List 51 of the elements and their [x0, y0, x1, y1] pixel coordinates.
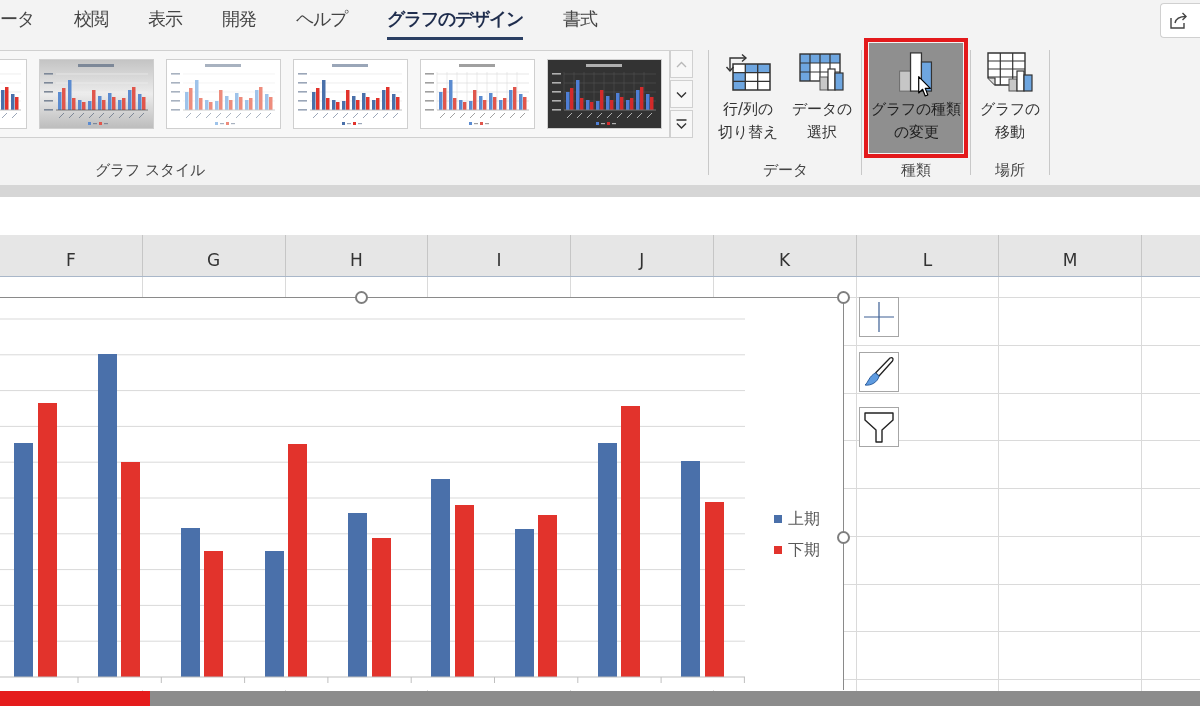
caret-down-bar-icon: [676, 119, 687, 129]
more-styles-button[interactable]: [670, 110, 693, 138]
ribbon-tab[interactable]: グラフのデザイン: [387, 0, 523, 40]
chart-filters-button[interactable]: [859, 407, 899, 447]
ribbon-tab[interactable]: 書式: [563, 0, 597, 40]
ribbon-tab[interactable]: 開発: [222, 0, 256, 40]
column-header[interactable]: L: [856, 235, 1000, 276]
resize-handle-icon[interactable]: [837, 291, 850, 304]
caret-down-icon: [676, 90, 687, 98]
column-header[interactable]: G: [142, 235, 286, 276]
ribbon-button[interactable]: データの 選択: [790, 43, 854, 153]
share-button[interactable]: [1160, 3, 1200, 38]
chart-style-thumbnail[interactable]: [293, 59, 408, 129]
mouse-cursor-icon: [918, 76, 931, 97]
column-header[interactable]: F: [0, 235, 143, 276]
chart-style-thumbnail[interactable]: [547, 59, 662, 129]
column-header[interactable]: J: [571, 235, 714, 276]
ribbon-group-label: 種類: [901, 160, 931, 180]
chart-style-thumbnail[interactable]: [420, 59, 535, 129]
chart-area[interactable]: 上期 下期: [0, 297, 844, 690]
progress-track[interactable]: [0, 691, 1200, 706]
ribbon-group-label: 場所: [995, 160, 1025, 180]
paintbrush-icon: [864, 357, 894, 387]
column-header[interactable]: H: [285, 235, 429, 276]
ribbon-button[interactable]: グラフの種類 の変更: [869, 43, 963, 153]
ribbon-group-label: データ: [762, 160, 808, 180]
ribbon-tab[interactable]: 表示: [148, 0, 182, 40]
ribbon-tab[interactable]: ータ: [0, 0, 34, 40]
legend-label: 下期: [788, 540, 820, 560]
plus-icon: [864, 302, 894, 332]
funnel-icon: [864, 411, 894, 443]
ribbon-tab[interactable]: ヘルプ: [296, 0, 347, 40]
chart-styles-button[interactable]: [859, 352, 899, 392]
ribbon-group-label: グラフ スタイル: [95, 160, 205, 180]
scroll-down-button[interactable]: [670, 80, 693, 108]
sheet-bar-chart-icon: [987, 52, 1033, 92]
column-header[interactable]: M: [999, 235, 1142, 276]
table-bar-chart-icon: [799, 53, 845, 91]
ribbon-button[interactable]: 行/列の 切り替え: [716, 43, 780, 153]
chart-style-thumbnail[interactable]: [39, 59, 154, 129]
column-header[interactable]: I: [428, 235, 571, 276]
chart-style-thumbnail[interactable]: [166, 59, 281, 129]
ribbon-button[interactable]: グラフの 移動: [978, 43, 1042, 153]
caret-up-icon: [676, 60, 687, 68]
chart-elements-button[interactable]: [859, 297, 899, 337]
share-icon: [1170, 12, 1188, 29]
chart-style-thumbnail[interactable]: [0, 59, 27, 129]
table-arrow-icon: [725, 53, 771, 91]
ribbon-tab[interactable]: 校閲: [74, 0, 108, 40]
column-header[interactable]: K: [713, 235, 857, 276]
legend-label: 上期: [788, 509, 820, 529]
